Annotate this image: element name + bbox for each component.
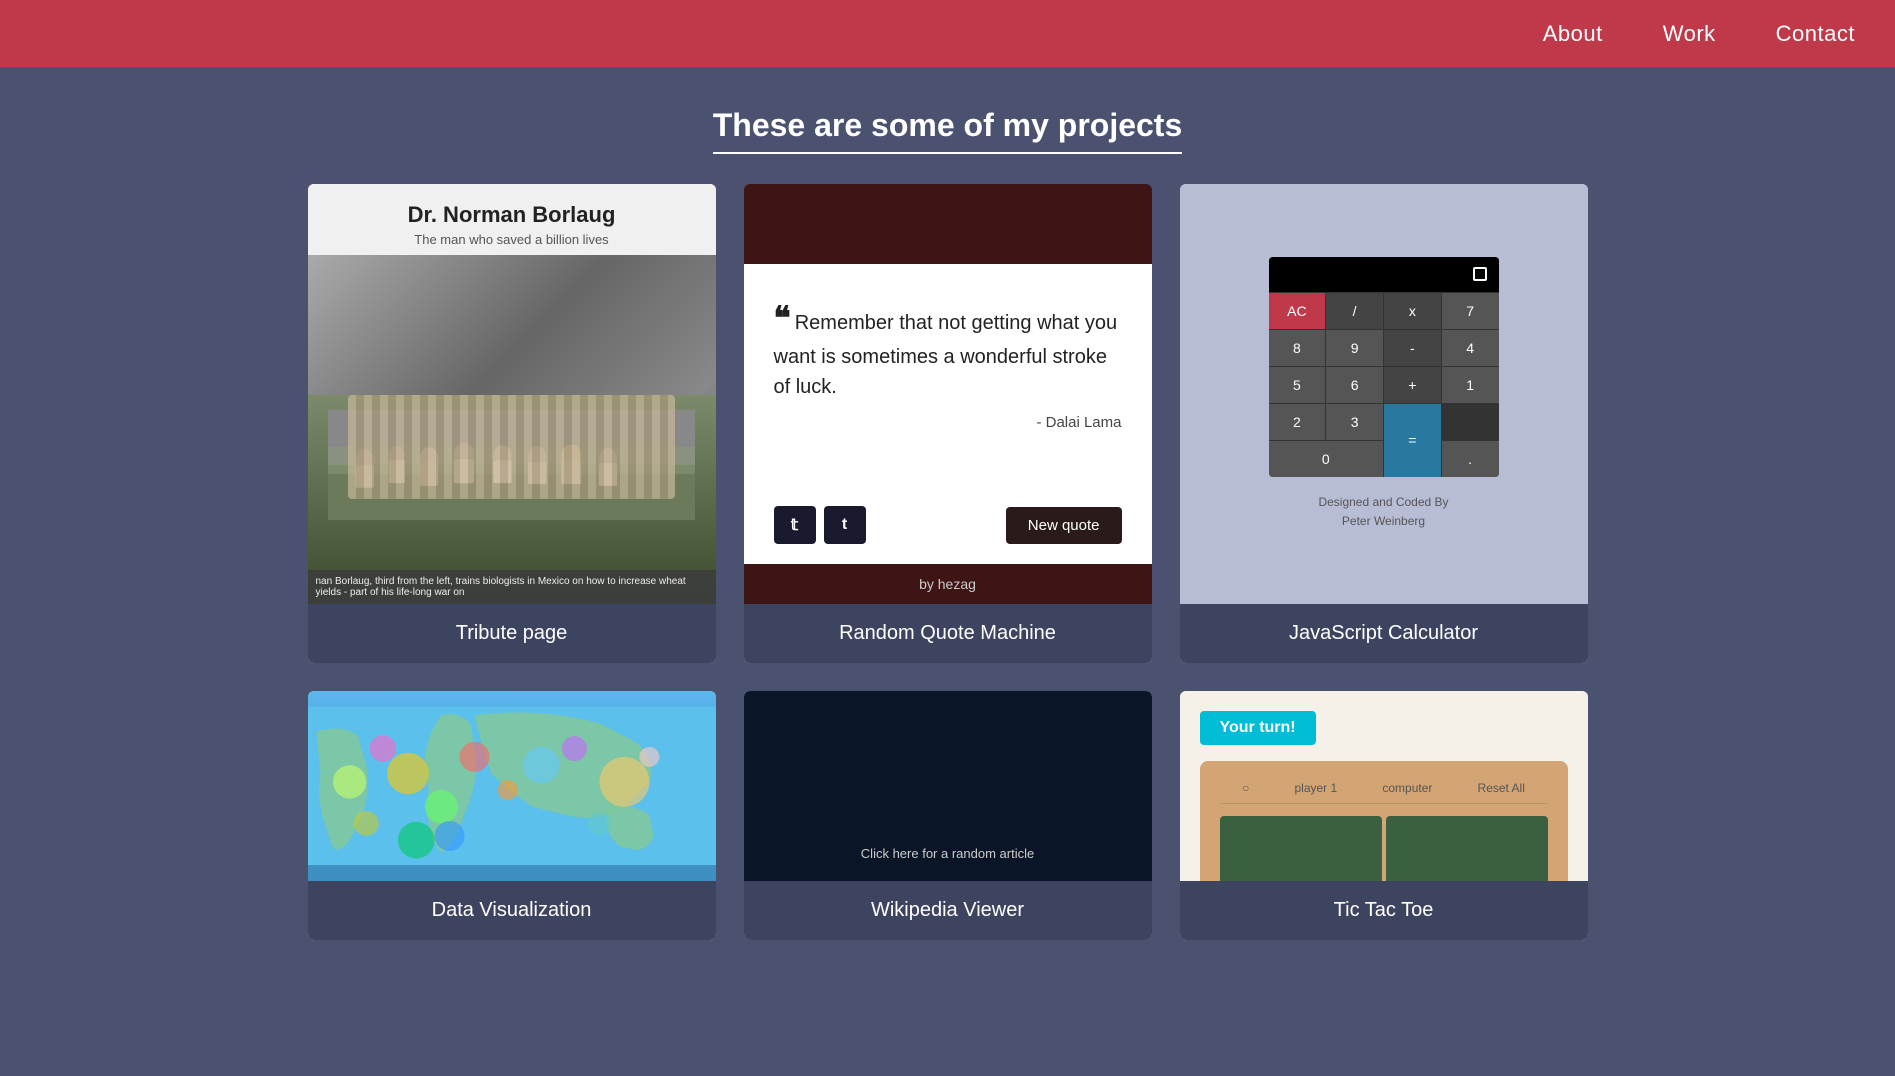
calc-btn-5[interactable]: 5 [1269,367,1326,403]
ttt-scores: ○ player 1 computer Reset All [1220,781,1548,804]
page-title-section: These are some of my projects [0,67,1895,184]
quote-text: ❝Remember that not getting what you want… [774,294,1122,402]
ttt-your-turn: Your turn! [1200,711,1316,745]
wiki-preview-wrap: Click here for a random article [744,691,1152,881]
card-tictactoe[interactable]: Your turn! ○ player 1 computer Reset All… [1180,691,1588,940]
calc-btn-minus[interactable]: - [1384,330,1441,366]
calc-btn-1[interactable]: 1 [1442,367,1499,403]
quote-attribution: by hezag [744,564,1152,604]
calc-btn-plus[interactable]: + [1384,367,1441,403]
calc-btn-ac[interactable]: AC [1269,293,1326,329]
quote-label: Random Quote Machine [744,604,1152,663]
card-data-viz[interactable]: Data Visualization [308,691,716,940]
quote-actions: 𝕥 t New quote [774,506,1122,544]
ttt-player1: player 1 [1294,781,1337,795]
nav-contact[interactable]: Contact [1776,21,1855,47]
calc-btn-divide[interactable]: / [1326,293,1383,329]
calc-btn-0[interactable]: 0 [1269,441,1384,477]
twitter-icon: 𝕥 [791,515,798,535]
calc-btn-equals-right[interactable]: = [1384,404,1441,477]
calc-btn-7[interactable]: 7 [1442,293,1499,329]
tribute-caption: nan Borlaug, third from the left, trains… [308,570,716,604]
tribute-title: Dr. Norman Borlaug [328,202,696,228]
calc-btn-dot[interactable]: . [1442,441,1499,477]
ttt-preview-wrap: Your turn! ○ player 1 computer Reset All… [1180,691,1588,881]
tumblr-icon: t [842,516,847,534]
calc-btn-6[interactable]: 6 [1326,367,1383,403]
tribute-subtitle: The man who saved a billion lives [328,232,696,247]
data-viz-label: Data Visualization [308,881,716,940]
page-title: These are some of my projects [713,107,1183,154]
ttt-cell-o: ○ [1386,816,1548,881]
calc-btn-3[interactable]: 3 [1326,404,1383,440]
tribute-preview: Dr. Norman Borlaug The man who saved a b… [308,184,716,604]
new-quote-button[interactable]: New quote [1006,507,1122,544]
calc-btn-4[interactable]: 4 [1442,330,1499,366]
navbar: About Work Contact [0,0,1895,67]
card-random-quote[interactable]: ❝Remember that not getting what you want… [744,184,1152,663]
tribute-label: Tribute page [308,604,716,663]
quote-social-buttons: 𝕥 t [774,506,866,544]
wiki-click-text: Click here for a random article [861,846,1034,861]
nav-work[interactable]: Work [1663,21,1716,47]
nav-about[interactable]: About [1543,21,1603,47]
ttt-computer: computer [1382,781,1432,795]
ttt-board: ○ player 1 computer Reset All ✕ ○ [1200,761,1568,881]
calc-preview-wrap: AC / x 7 8 9 - 4 5 6 + 1 [1180,184,1588,604]
quote-preview: ❝Remember that not getting what you want… [744,184,1152,604]
twitter-button[interactable]: 𝕥 [774,506,816,544]
calc-label: JavaScript Calculator [1180,604,1588,663]
card-wikipedia[interactable]: Click here for a random article Wikipedi… [744,691,1152,940]
calc-btn-8[interactable]: 8 [1269,330,1326,366]
calc-buttons-grid: AC / x 7 8 9 - 4 5 6 + 1 [1269,293,1499,477]
calc-btn-2[interactable]: 2 [1269,404,1326,440]
quote-mark-icon: ❝ [774,300,791,336]
quote-author: - Dalai Lama [774,414,1122,431]
projects-grid: Dr. Norman Borlaug The man who saved a b… [248,184,1648,1000]
card-calculator[interactable]: AC / x 7 8 9 - 4 5 6 + 1 [1180,184,1588,663]
quote-dark-header [744,184,1152,264]
ttt-label: Tic Tac Toe [1180,881,1588,940]
ttt-score-label-circle: ○ [1242,781,1249,795]
card-tribute-page[interactable]: Dr. Norman Borlaug The man who saved a b… [308,184,716,663]
calculator: AC / x 7 8 9 - 4 5 6 + 1 [1269,257,1499,477]
tumblr-button[interactable]: t [824,506,866,544]
calc-btn-multiply[interactable]: x [1384,293,1441,329]
map-preview-wrap [308,691,716,881]
ttt-grid: ✕ ○ [1220,816,1548,881]
calc-btn-9[interactable]: 9 [1326,330,1383,366]
ttt-cell-x: ✕ [1220,816,1382,881]
calc-credit: Designed and Coded By Peter Weinberg [1318,493,1448,531]
ttt-reset[interactable]: Reset All [1478,781,1525,795]
wiki-label: Wikipedia Viewer [744,881,1152,940]
calc-display-icon [1473,267,1487,281]
calc-display [1269,257,1499,293]
